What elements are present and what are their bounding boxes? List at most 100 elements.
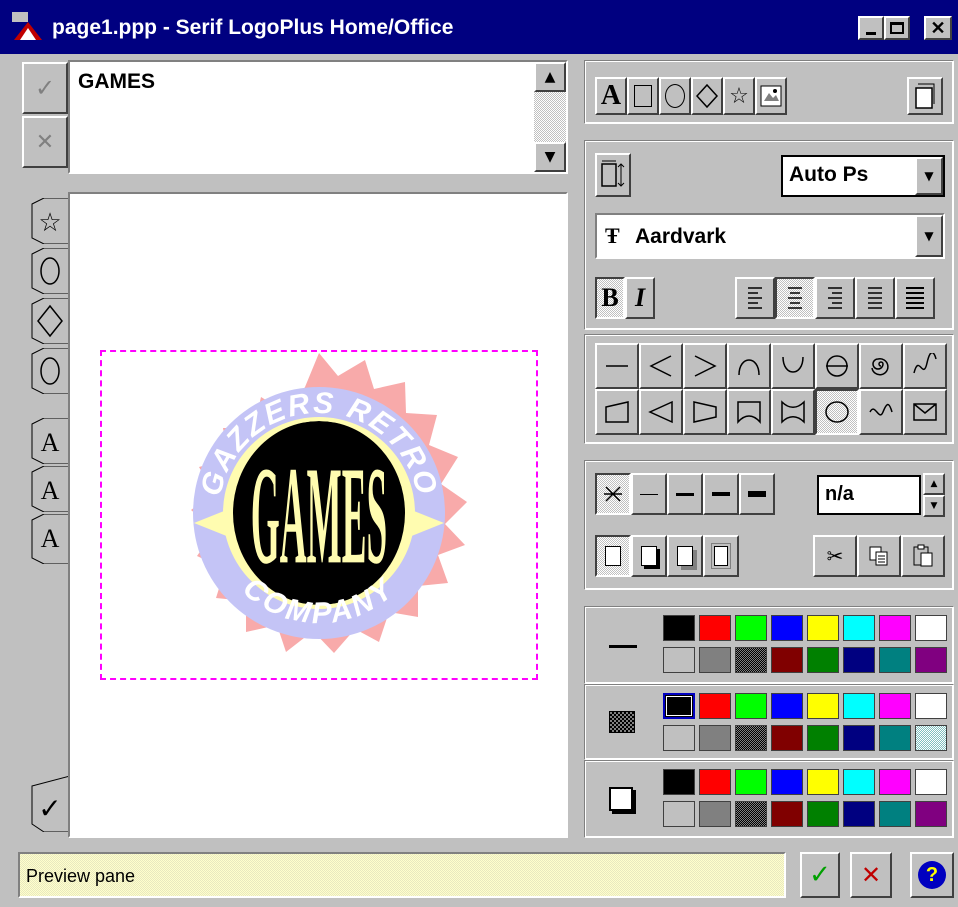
circle-line-shape-button[interactable]	[815, 343, 859, 389]
line-none-button[interactable]	[595, 473, 631, 515]
color-swatch[interactable]	[843, 801, 875, 827]
color-swatch[interactable]	[879, 647, 911, 673]
tab-text-1[interactable]: A	[30, 418, 70, 464]
color-swatch[interactable]	[843, 693, 875, 719]
font-size-dropdown-button[interactable]: ▼	[915, 157, 943, 195]
color-swatch[interactable]	[699, 615, 731, 641]
ok-button[interactable]: ✓	[800, 852, 840, 898]
paste-button[interactable]	[901, 535, 945, 577]
editor-scrollbar[interactable]: ▲ ▼	[534, 62, 566, 172]
font-name-select[interactable]: Ŧ Aardvark ▼	[595, 213, 945, 259]
shadow-outline-button[interactable]	[703, 535, 739, 577]
italic-button[interactable]: I	[625, 277, 655, 319]
app-icon[interactable]	[12, 12, 44, 42]
image-object-button[interactable]	[755, 77, 787, 115]
line-thick-button[interactable]	[703, 473, 739, 515]
color-swatch[interactable]	[915, 615, 947, 641]
color-swatch[interactable]	[663, 725, 695, 751]
cancel-button[interactable]: ✕	[850, 852, 892, 898]
color-swatch[interactable]	[879, 615, 911, 641]
color-swatch[interactable]	[807, 693, 839, 719]
color-swatch[interactable]	[735, 801, 767, 827]
logo-artwork[interactable]: GAMES GAZZERS RETRO COMPANY	[158, 352, 480, 674]
angle-left-shape-button[interactable]	[639, 343, 683, 389]
color-swatch[interactable]	[915, 769, 947, 795]
ellipse-object-button[interactable]	[659, 77, 691, 115]
line-thin-button[interactable]	[631, 473, 667, 515]
taper-right-shape-button[interactable]	[683, 389, 727, 435]
align-right-button[interactable]	[815, 277, 855, 319]
pennant-shape-button[interactable]	[727, 389, 771, 435]
color-swatch[interactable]	[771, 769, 803, 795]
copy-button[interactable]	[857, 535, 901, 577]
close-window-button[interactable]: ✕	[924, 16, 952, 40]
color-swatch[interactable]	[663, 801, 695, 827]
color-swatch[interactable]	[771, 647, 803, 673]
color-swatch[interactable]	[699, 801, 731, 827]
flag-shape-button[interactable]	[859, 389, 903, 435]
color-swatch[interactable]	[735, 647, 767, 673]
color-swatch[interactable]	[735, 725, 767, 751]
color-swatch[interactable]	[771, 801, 803, 827]
color-swatch[interactable]	[663, 615, 695, 641]
align-left-button[interactable]	[735, 277, 775, 319]
color-swatch[interactable]	[807, 769, 839, 795]
rectangle-object-button[interactable]	[627, 77, 659, 115]
envelope-shape-button[interactable]	[903, 389, 947, 435]
spin-up-button[interactable]: ▲	[923, 473, 945, 495]
color-swatch[interactable]	[771, 693, 803, 719]
line-medium-button[interactable]	[667, 473, 703, 515]
align-center-button[interactable]	[775, 277, 815, 319]
help-button[interactable]: ?	[910, 852, 954, 898]
color-swatch[interactable]	[771, 725, 803, 751]
tab-check[interactable]: ✓	[30, 776, 70, 832]
color-swatch[interactable]	[807, 725, 839, 751]
align-spread-button[interactable]	[895, 277, 935, 319]
arch-down-shape-button[interactable]	[771, 343, 815, 389]
ellipse-shape-button[interactable]	[815, 389, 859, 435]
preview-canvas[interactable]: GAMES GAZZERS RETRO COMPANY	[68, 192, 568, 838]
align-justify-button[interactable]	[855, 277, 895, 319]
color-swatch[interactable]	[735, 615, 767, 641]
maximize-button[interactable]	[884, 16, 910, 40]
color-swatch[interactable]	[915, 647, 947, 673]
color-swatch[interactable]	[807, 801, 839, 827]
bowtie-shape-button[interactable]	[771, 389, 815, 435]
line-width-spinner[interactable]: ▲ ▼	[923, 473, 945, 517]
arch-up-shape-button[interactable]	[727, 343, 771, 389]
color-swatch[interactable]	[879, 801, 911, 827]
slant-shape-button[interactable]	[595, 389, 639, 435]
star-object-button[interactable]: ☆	[723, 77, 755, 115]
accept-text-button[interactable]: ✓	[22, 62, 68, 114]
color-swatch[interactable]	[879, 725, 911, 751]
spiral-shape-button[interactable]	[859, 343, 903, 389]
scroll-up-button[interactable]: ▲	[534, 62, 566, 92]
scroll-down-button[interactable]: ▼	[534, 142, 566, 172]
new-page-button[interactable]	[907, 77, 943, 115]
color-swatch[interactable]	[807, 647, 839, 673]
angle-right-shape-button[interactable]	[683, 343, 727, 389]
color-swatch[interactable]	[915, 693, 947, 719]
color-swatch[interactable]	[699, 725, 731, 751]
minimize-button[interactable]	[858, 16, 884, 40]
text-editor[interactable]: GAMES ▲ ▼	[68, 60, 568, 174]
frame-size-button[interactable]	[595, 153, 631, 197]
color-swatch[interactable]	[843, 725, 875, 751]
taper-left-shape-button[interactable]	[639, 389, 683, 435]
text-object-button[interactable]: A	[595, 77, 627, 115]
color-swatch[interactable]	[915, 725, 947, 751]
color-swatch[interactable]	[735, 769, 767, 795]
shadow-offset-button[interactable]	[667, 535, 703, 577]
line-shape-button[interactable]	[595, 343, 639, 389]
tab-text-3[interactable]: A	[30, 514, 70, 564]
color-swatch[interactable]	[735, 693, 767, 719]
color-swatch[interactable]	[663, 693, 695, 719]
spin-down-button[interactable]: ▼	[923, 495, 945, 517]
color-swatch[interactable]	[699, 647, 731, 673]
tab-star[interactable]: ☆	[30, 198, 70, 244]
color-swatch[interactable]	[915, 801, 947, 827]
line-width-field[interactable]: n/a	[817, 475, 921, 515]
color-swatch[interactable]	[663, 647, 695, 673]
line-heavy-button[interactable]	[739, 473, 775, 515]
tab-text-2[interactable]: A	[30, 466, 70, 512]
